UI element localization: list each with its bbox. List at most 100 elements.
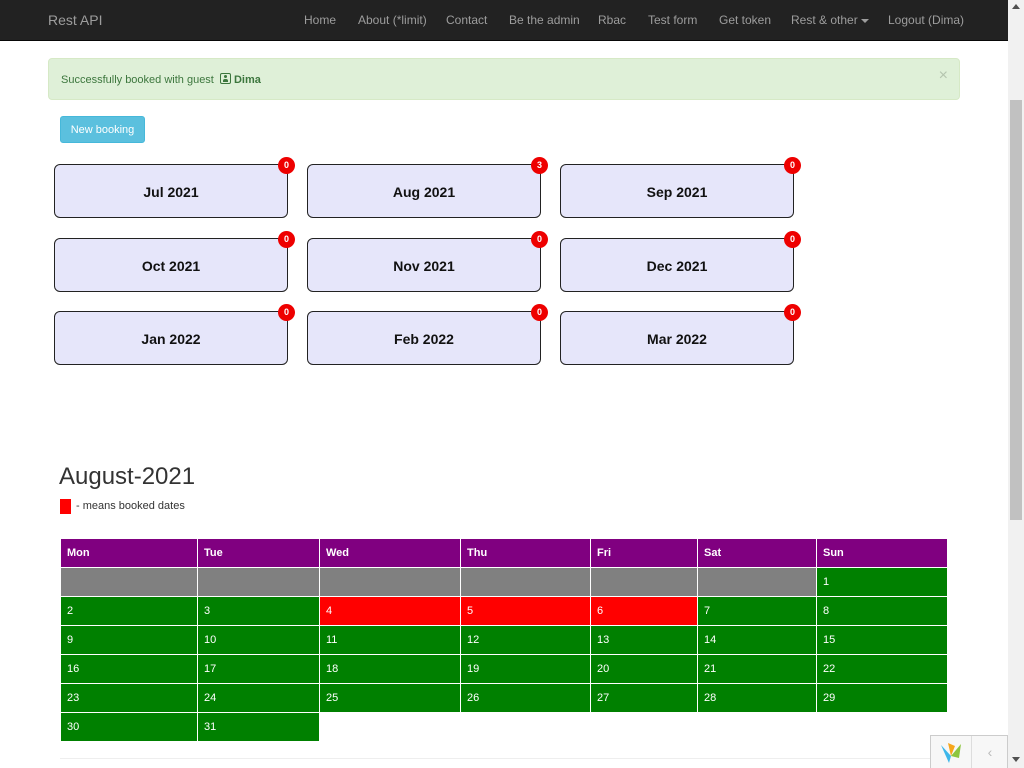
nav-get-token[interactable]: Get token [719, 13, 771, 27]
calendar-day-free[interactable]: 16 [60, 654, 198, 684]
weekday-header: Mon [60, 538, 198, 568]
month-label: Jul 2021 [143, 184, 199, 200]
calendar-day-free[interactable]: 31 [197, 712, 320, 742]
brand-link[interactable]: Rest API [48, 12, 102, 28]
month-label: Dec 2021 [646, 258, 708, 274]
calendar-day-free[interactable]: 12 [460, 625, 591, 655]
close-icon[interactable]: × [939, 67, 948, 85]
calendar-day-free[interactable]: 28 [697, 683, 817, 713]
month-button-jul-2021[interactable]: Jul 2021 0 [54, 157, 295, 218]
alert-text: Successfully booked with guest [61, 74, 214, 86]
calendar-blank-cell [817, 713, 948, 742]
nav-rest-other-label: Rest & other [791, 13, 858, 27]
month-button-aug-2021[interactable]: Aug 2021 3 [307, 157, 548, 218]
calendar-day-free[interactable]: 30 [60, 712, 198, 742]
calendar-day-free[interactable]: 8 [816, 596, 948, 626]
calendar-week-row: 2345678 [60, 596, 948, 626]
success-alert: Successfully booked with guest Dima × [48, 58, 960, 100]
calendar-week-row: 9 10 11 12 13 14 15 [60, 625, 948, 655]
month-button-nov-2021[interactable]: Nov 2021 0 [307, 231, 548, 292]
month-button-sep-2021[interactable]: Sep 2021 0 [560, 157, 801, 218]
calendar-day-free[interactable]: 2 [60, 596, 198, 626]
calendar-day-free[interactable]: 18 [319, 654, 461, 684]
weekday-header: Wed [319, 538, 461, 568]
booking-count-badge: 0 [278, 231, 295, 248]
vertical-scrollbar[interactable] [1008, 0, 1024, 768]
calendar-day-free[interactable]: 21 [697, 654, 817, 684]
nav-about[interactable]: About (*limit) [358, 13, 427, 27]
month-label: Feb 2022 [394, 331, 454, 347]
weekday-header: Sat [697, 538, 817, 568]
calendar-empty-cell [319, 567, 461, 597]
nav-test-form[interactable]: Test form [648, 13, 697, 27]
calendar-day-free[interactable]: 7 [697, 596, 817, 626]
month-button-mar-2022[interactable]: Mar 2022 0 [560, 304, 801, 365]
calendar-day-booked[interactable]: 4 [319, 596, 461, 626]
alert-guest-name: Dima [233, 74, 261, 86]
nav-be-the-admin[interactable]: Be the admin [509, 13, 580, 27]
calendar-day-free[interactable]: 23 [60, 683, 198, 713]
weekday-header: Thu [460, 538, 591, 568]
booking-count-badge: 3 [531, 157, 548, 174]
calendar-body: 1 2 3 4 5 6 7 8 9 10 11 12 13 14 15 16 17 18 19 20 21 22 23 24 2… [60, 567, 948, 742]
month-button-dec-2021[interactable]: Dec 2021 0 [560, 231, 801, 292]
calendar-day-free[interactable]: 24 [197, 683, 320, 713]
scroll-up-arrow-icon[interactable] [1012, 4, 1020, 9]
booking-count-badge: 0 [531, 304, 548, 321]
calendar-week-row: 16 17 18 19 20 21 22 [60, 654, 948, 684]
calendar-blank-cell [461, 713, 591, 742]
calendar-title: August-2021 [59, 463, 196, 490]
calendar-day-free[interactable]: 3 [197, 596, 320, 626]
calendar-empty-cell [697, 567, 817, 597]
booking-count-badge: 0 [278, 157, 295, 174]
calendar-day-booked[interactable]: 6 [590, 596, 698, 626]
calendar-week-row: 30 31 [60, 712, 948, 742]
calendar-day-free[interactable]: 15 [816, 625, 948, 655]
calendar-day-booked[interactable]: 5 [460, 596, 591, 626]
calendar-day-free[interactable]: 27 [590, 683, 698, 713]
nav-contact[interactable]: Contact [446, 13, 487, 27]
month-label: Sep 2021 [646, 184, 708, 200]
month-label: Jan 2022 [141, 331, 201, 347]
calendar-day-free[interactable]: 29 [816, 683, 948, 713]
nav-logout[interactable]: Logout (Dima) [888, 13, 964, 27]
booking-count-badge: 0 [784, 157, 801, 174]
booking-count-badge: 0 [784, 231, 801, 248]
yii-logo-icon[interactable] [939, 742, 963, 764]
month-button-oct-2021[interactable]: Oct 2021 0 [54, 231, 295, 292]
calendar-day-free[interactable]: 25 [319, 683, 461, 713]
booking-count-badge: 0 [531, 231, 548, 248]
chevron-left-icon[interactable]: ‹ [971, 736, 1008, 768]
month-button-feb-2022[interactable]: Feb 2022 0 [307, 304, 548, 365]
scroll-down-arrow-icon[interactable] [1012, 757, 1020, 762]
calendar-day-free[interactable]: 17 [197, 654, 320, 684]
month-label: Oct 2021 [141, 258, 201, 274]
calendar-day-free[interactable]: 22 [816, 654, 948, 684]
nav-rest-other-dropdown[interactable]: Rest & other [791, 13, 869, 27]
weekday-header: Sun [816, 538, 948, 568]
nav-rbac[interactable]: Rbac [598, 13, 626, 27]
month-label: Mar 2022 [647, 331, 707, 347]
nav-home[interactable]: Home [304, 13, 336, 27]
calendar-day-free[interactable]: 14 [697, 625, 817, 655]
month-button-jan-2022[interactable]: Jan 2022 0 [54, 304, 295, 365]
weekday-header-row: Mon Tue Wed Thu Fri Sat Sun [60, 538, 948, 568]
calendar-day-free[interactable]: 19 [460, 654, 591, 684]
calendar-day-free[interactable]: 9 [60, 625, 198, 655]
scrollbar-thumb[interactable] [1010, 100, 1022, 520]
calendar-day-free[interactable]: 20 [590, 654, 698, 684]
legend-text: - means booked dates [76, 500, 185, 512]
calendar-day-free[interactable]: 13 [590, 625, 698, 655]
calendar-day-free[interactable]: 26 [460, 683, 591, 713]
calendar-empty-cell [590, 567, 698, 597]
new-booking-button[interactable]: New booking [60, 116, 145, 143]
calendar-week-row: 1 [60, 567, 948, 597]
calendar-day-free[interactable]: 11 [319, 625, 461, 655]
caret-down-icon [860, 18, 869, 23]
calendar-table: Mon Tue Wed Thu Fri Sat Sun 1 2 3 4 5 6 7 8 9 10 1… [60, 538, 948, 742]
calendar-day-free[interactable]: 1 [816, 567, 948, 597]
calendar-day-free[interactable]: 10 [197, 625, 320, 655]
month-label: Nov 2021 [393, 258, 455, 274]
weekday-header: Fri [590, 538, 698, 568]
calendar-blank-cell [698, 713, 817, 742]
